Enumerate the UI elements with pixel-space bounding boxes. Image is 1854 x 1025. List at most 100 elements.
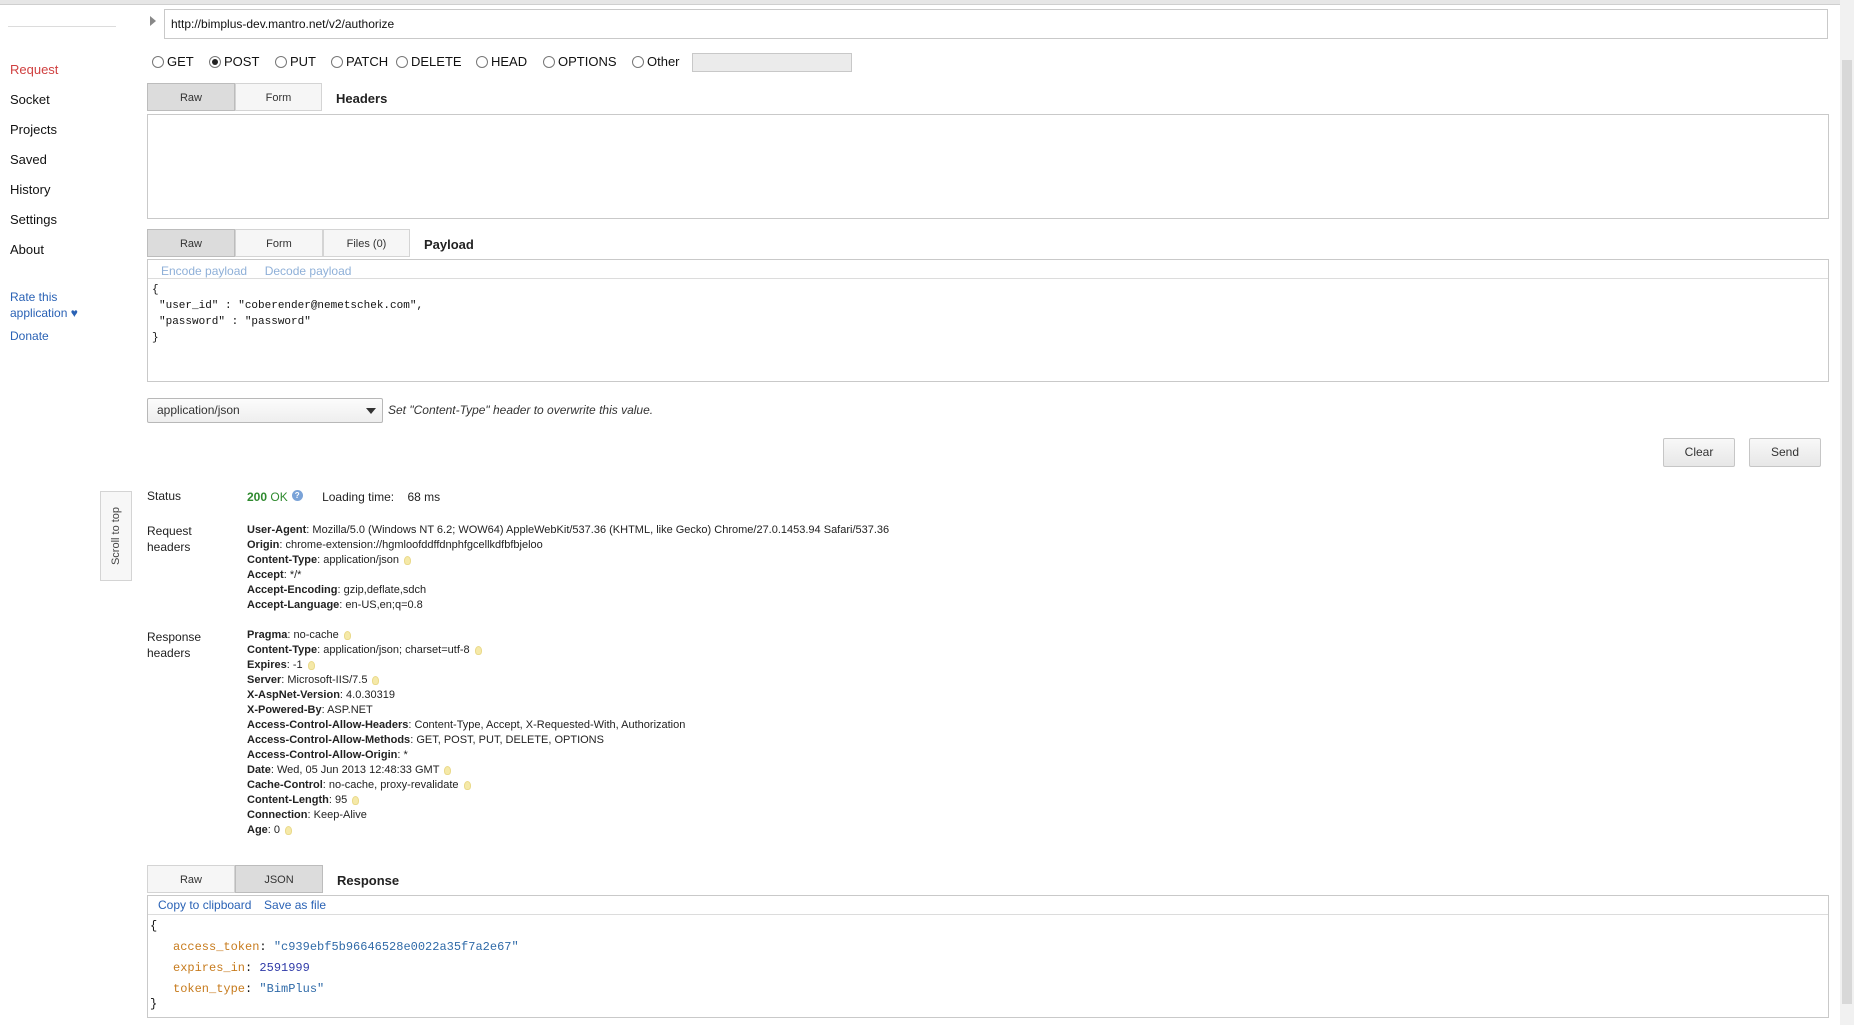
chevron-down-icon bbox=[366, 408, 376, 414]
sidebar-item-projects[interactable]: Projects bbox=[10, 122, 57, 137]
payload-editor[interactable]: { "user_id" : "coberender@nemetschek.com… bbox=[152, 282, 423, 346]
header-value: 0 bbox=[273, 824, 281, 836]
lightbulb-icon[interactable] bbox=[372, 675, 380, 685]
header-value: ASP.NET bbox=[327, 704, 373, 716]
lightbulb-icon[interactable] bbox=[463, 780, 471, 790]
response-toolbar: Copy to clipboard Save as file bbox=[158, 897, 326, 915]
payload-line: } bbox=[152, 332, 159, 344]
header-row: Accept-Encoding: gzip,deflate,sdch bbox=[247, 583, 426, 598]
payload-tab-files[interactable]: Files (0) bbox=[323, 229, 410, 257]
headers-tab-form[interactable]: Form bbox=[235, 83, 322, 111]
payload-toolbar-divider bbox=[148, 278, 1828, 279]
response-panel: Copy to clipboard Save as file { access_… bbox=[147, 895, 1829, 1018]
json-key: access_token bbox=[173, 940, 260, 954]
header-name: Content-Type bbox=[247, 554, 318, 566]
payload-panel: Encode payload Decode payload { "user_id… bbox=[147, 259, 1829, 382]
method-label: PUT bbox=[290, 54, 316, 69]
scrollbar-thumb[interactable] bbox=[1842, 60, 1852, 1004]
lightbulb-icon[interactable] bbox=[307, 660, 315, 670]
header-row: Server: Microsoft-IIS/7.5 bbox=[247, 673, 380, 688]
header-row: Expires: -1 bbox=[247, 658, 315, 673]
radio-icon bbox=[152, 55, 164, 68]
headers-textarea[interactable] bbox=[147, 114, 1829, 219]
url-input[interactable]: http://bimplus-dev.mantro.net/v2/authori… bbox=[164, 9, 1828, 39]
send-button[interactable]: Send bbox=[1749, 438, 1821, 467]
rate-application-link[interactable]: Rate this application ♥ bbox=[10, 289, 78, 321]
method-other[interactable]: Other bbox=[632, 54, 680, 69]
header-row: Accept-Language: en-US,en;q=0.8 bbox=[247, 598, 423, 613]
header-value: 95 bbox=[335, 794, 348, 806]
donate-link[interactable]: Donate bbox=[10, 328, 49, 344]
response-toolbar-divider bbox=[148, 914, 1828, 915]
radio-icon bbox=[331, 55, 343, 68]
other-method-input[interactable] bbox=[692, 53, 852, 72]
content-type-select[interactable]: application/json bbox=[147, 398, 383, 423]
lightbulb-icon[interactable] bbox=[474, 645, 482, 655]
method-put[interactable]: PUT bbox=[275, 54, 316, 69]
header-name: Age bbox=[247, 824, 268, 836]
header-name: Connection bbox=[247, 809, 308, 821]
header-value: */* bbox=[289, 569, 302, 581]
expand-url-arrow-icon[interactable] bbox=[150, 16, 156, 26]
json-field: access_token: "c939ebf5b96646528e0022a35… bbox=[173, 940, 519, 954]
payload-tab-raw[interactable]: Raw bbox=[147, 229, 235, 257]
header-value: no-cache, proxy-revalidate bbox=[328, 779, 459, 791]
header-value: en-US,en;q=0.8 bbox=[345, 599, 423, 611]
header-value: Mozilla/5.0 (Windows NT 6.2; WOW64) Appl… bbox=[312, 524, 890, 536]
scroll-to-top-button[interactable]: Scroll to top bbox=[100, 491, 132, 581]
response-tab-raw[interactable]: Raw bbox=[147, 865, 235, 893]
method-label: GET bbox=[167, 54, 194, 69]
sidebar-item-about[interactable]: About bbox=[10, 242, 44, 257]
copy-to-clipboard-link[interactable]: Copy to clipboard bbox=[158, 898, 251, 912]
method-patch[interactable]: PATCH bbox=[331, 54, 388, 69]
header-value: Microsoft-IIS/7.5 bbox=[287, 674, 368, 686]
header-value: -1 bbox=[292, 659, 303, 671]
header-row: Date: Wed, 05 Jun 2013 12:48:33 GMT bbox=[247, 763, 452, 778]
lightbulb-icon[interactable] bbox=[285, 825, 293, 835]
response-headers-label-line2: headers bbox=[147, 646, 191, 660]
method-options[interactable]: OPTIONS bbox=[543, 54, 617, 69]
method-delete[interactable]: DELETE bbox=[396, 54, 462, 69]
json-colon: : bbox=[259, 940, 274, 954]
headers-tab-raw[interactable]: Raw bbox=[147, 83, 235, 111]
json-field: expires_in: 2591999 bbox=[173, 961, 310, 975]
radio-icon bbox=[543, 55, 555, 68]
status-text: OK bbox=[270, 490, 288, 504]
header-name: User-Agent bbox=[247, 524, 307, 536]
scroll-to-top-label: Scroll to top bbox=[110, 506, 122, 566]
loading-time-value: 68 ms bbox=[407, 490, 441, 504]
sidebar-item-settings[interactable]: Settings bbox=[10, 212, 57, 227]
json-key: expires_in bbox=[173, 961, 246, 975]
save-as-file-link[interactable]: Save as file bbox=[264, 898, 326, 912]
payload-tab-form[interactable]: Form bbox=[235, 229, 323, 257]
lightbulb-icon[interactable] bbox=[444, 765, 452, 775]
header-row: Access-Control-Allow-Headers: Content-Ty… bbox=[247, 718, 685, 733]
decode-payload-link[interactable]: Decode payload bbox=[265, 264, 352, 278]
header-value: application/json; charset=utf-8 bbox=[323, 644, 470, 656]
payload-line: "user_id" : "coberender@nemetschek.com", bbox=[159, 300, 424, 312]
help-icon[interactable]: ? bbox=[291, 490, 303, 501]
window-top-edge bbox=[0, 0, 1854, 5]
header-value: * bbox=[403, 749, 408, 761]
lightbulb-icon[interactable] bbox=[352, 795, 360, 805]
response-tab-json[interactable]: JSON bbox=[235, 865, 323, 893]
sidebar-item-saved[interactable]: Saved bbox=[10, 152, 47, 167]
header-name: Accept-Language bbox=[247, 599, 340, 611]
status-code: 200 bbox=[247, 490, 268, 504]
lightbulb-icon[interactable] bbox=[404, 555, 412, 565]
sidebar-item-socket[interactable]: Socket bbox=[10, 92, 50, 107]
status-line: 200 OK? Loading time: 68 ms bbox=[247, 490, 440, 504]
lightbulb-icon[interactable] bbox=[343, 630, 351, 640]
clear-button[interactable]: Clear bbox=[1663, 438, 1735, 467]
header-row: Content-Length: 95 bbox=[247, 793, 360, 808]
header-name: Access-Control-Allow-Origin bbox=[247, 749, 398, 761]
header-name: Origin bbox=[247, 539, 280, 551]
method-get[interactable]: GET bbox=[152, 54, 194, 69]
loading-time-label: Loading time: bbox=[322, 490, 395, 504]
json-colon: : bbox=[245, 982, 260, 996]
encode-payload-link[interactable]: Encode payload bbox=[161, 264, 247, 278]
method-head[interactable]: HEAD bbox=[476, 54, 527, 69]
sidebar-item-request[interactable]: Request bbox=[10, 62, 58, 77]
sidebar-item-history[interactable]: History bbox=[10, 182, 50, 197]
method-post[interactable]: POST bbox=[209, 54, 259, 69]
